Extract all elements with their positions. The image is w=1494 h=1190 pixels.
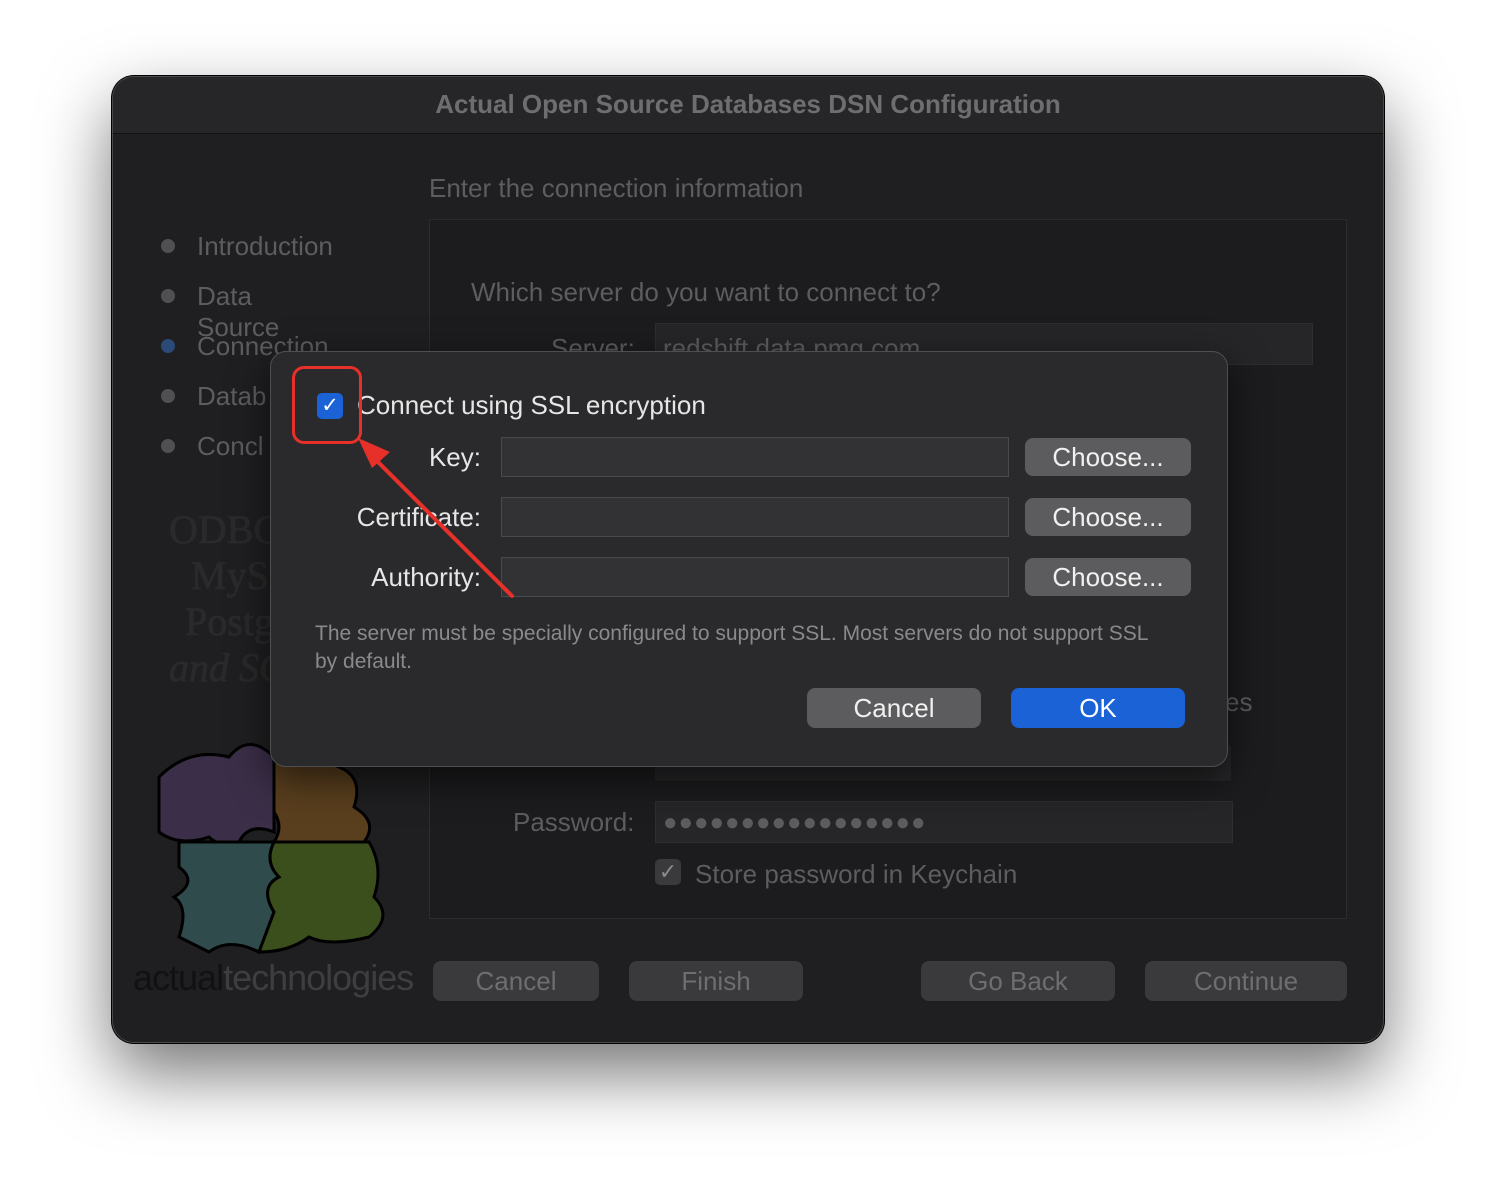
annotation-arrow-icon <box>358 438 514 598</box>
